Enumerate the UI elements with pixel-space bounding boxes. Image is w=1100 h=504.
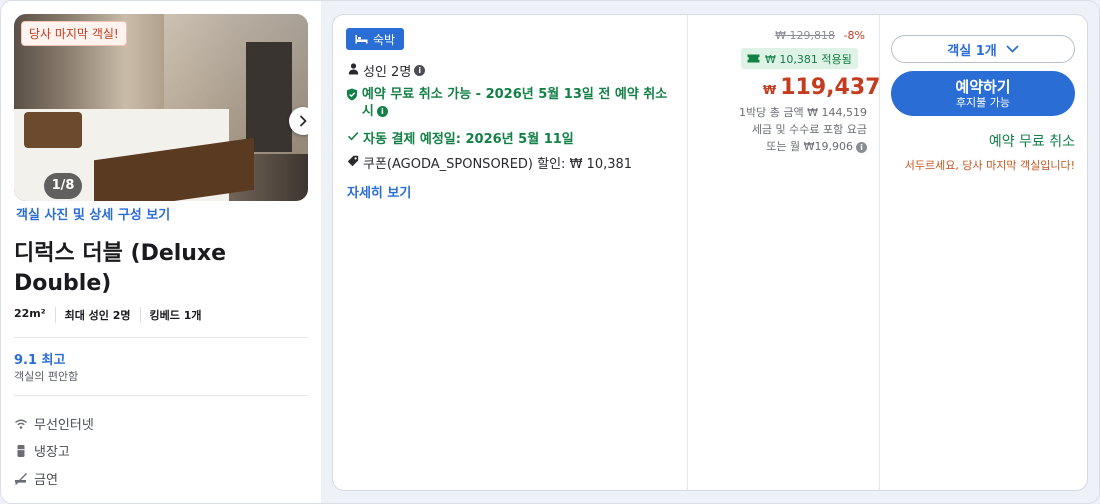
photo-details-link[interactable]: 객실 사진 및 상세 구성 보기 xyxy=(16,204,170,223)
max-occupancy: 최대 성인 2명 xyxy=(54,307,140,323)
currency-symbol: ₩ xyxy=(763,83,777,97)
room-info-column: 1/8 당사 마지막 객실! 객실 사진 및 상세 구성 보기 디럭스 더블 (… xyxy=(1,1,321,503)
guests-line: 성인 2명 i xyxy=(346,61,426,80)
free-cancellation-text: 예약 무료 취소 가능 - 2026년 5월 13일 전 예약 취소 시 xyxy=(361,87,668,119)
amenity-nonsmoking: 금연 xyxy=(14,469,58,488)
person-icon xyxy=(348,63,358,75)
amenity-label: 무선인터넷 xyxy=(34,418,94,433)
photo-door xyxy=(246,42,292,152)
photo-pillow xyxy=(24,112,82,148)
photo-counter: 1/8 xyxy=(44,173,82,199)
amenity-label: 냉장고 xyxy=(34,445,70,460)
price-amount: 119,437 xyxy=(780,75,881,100)
rating-score: 9.1 최고 xyxy=(14,353,66,368)
shield-check-icon xyxy=(347,88,358,101)
monthly-installment-text: 또는 월 ₩19,906 xyxy=(766,140,853,153)
wifi-icon xyxy=(15,419,27,429)
book-button[interactable]: 예약하기 후지불 가능 xyxy=(891,71,1075,116)
rating-caption: 객실의 편안함 xyxy=(14,370,79,383)
info-icon[interactable]: i xyxy=(414,65,426,76)
auto-payment-text: 자동 결제 예정일: 2026년 5월 11일 xyxy=(363,132,574,147)
room-specs: 22m² 최대 성인 2명 킹베드 1개 xyxy=(14,307,210,323)
divider xyxy=(14,337,308,338)
book-button-label: 예약하기 xyxy=(955,77,1011,96)
coupon-applied-badge: ₩ 10,381 적용됨 xyxy=(741,48,858,69)
room-title: 디럭스 더블 (Deluxe Double) xyxy=(14,241,227,296)
coupon-line: 쿠폰(AGODA_SPONSORED) 할인: ₩ 10,381 xyxy=(346,153,632,172)
free-cancellation-note: 예약 무료 취소 xyxy=(988,134,1075,150)
chevron-down-icon xyxy=(1006,45,1019,53)
stay-type-badge: 숙박 xyxy=(346,28,405,50)
bed-icon xyxy=(355,35,368,44)
column-divider xyxy=(687,15,688,490)
last-room-badge: 당사 마지막 객실! xyxy=(21,21,127,46)
nightly-total: 1박당 총 금액 ₩ 144,519 xyxy=(739,106,867,119)
monthly-installment: 또는 월 ₩19,906 i xyxy=(713,139,867,155)
amenity-label: 금연 xyxy=(34,473,58,488)
amenity-fridge: 냉장고 xyxy=(14,441,70,460)
divider xyxy=(14,395,308,396)
final-price: ₩119,437 xyxy=(763,75,880,100)
ticket-icon xyxy=(747,54,760,63)
bed-type: 킹베드 1개 xyxy=(139,307,211,323)
fridge-icon xyxy=(17,444,25,457)
original-price: ₩ 129,818 xyxy=(775,29,835,42)
room-count-select[interactable]: 객실 1개 xyxy=(891,35,1075,63)
guests-label: 성인 2명 xyxy=(363,65,412,80)
room-count-value: 객실 1개 xyxy=(947,43,997,59)
no-smoking-icon xyxy=(15,472,27,485)
more-details-link[interactable]: 자세히 보기 xyxy=(347,182,411,201)
info-icon[interactable]: i xyxy=(856,141,867,153)
amenity-wifi: 무선인터넷 xyxy=(14,414,94,433)
offer-panel: 숙박 성인 2명 i 예약 무료 취소 가능 - 2026년 5월 13일 전 … xyxy=(332,14,1088,491)
chevron-right-icon xyxy=(300,115,307,127)
last-room-warning: 서두르세요, 당사 마지막 객실입니다! xyxy=(904,159,1075,172)
tax-note: 세금 및 수수료 포함 요금 xyxy=(751,123,867,136)
coupon-applied-label: ₩ 10,381 적용됨 xyxy=(765,52,852,66)
coupon-text: 쿠폰(AGODA_SPONSORED) 할인: ₩ 10,381 xyxy=(363,157,633,172)
book-button-sublabel: 후지불 가능 xyxy=(955,95,1011,109)
discount-percent: -8% xyxy=(843,29,865,42)
info-icon[interactable]: i xyxy=(376,106,388,117)
auto-payment-line: 자동 결제 예정일: 2026년 5월 11일 xyxy=(346,128,574,147)
stay-type-label: 숙박 xyxy=(373,32,396,47)
checkmark-icon xyxy=(347,132,359,141)
room-offer-card: 1/8 당사 마지막 객실! 객실 사진 및 상세 구성 보기 디럭스 더블 (… xyxy=(0,0,1100,504)
room-size: 22m² xyxy=(14,307,46,320)
tag-icon xyxy=(347,155,359,167)
free-cancellation-line: 예약 무료 취소 가능 - 2026년 5월 13일 전 예약 취소 시i xyxy=(346,86,671,120)
